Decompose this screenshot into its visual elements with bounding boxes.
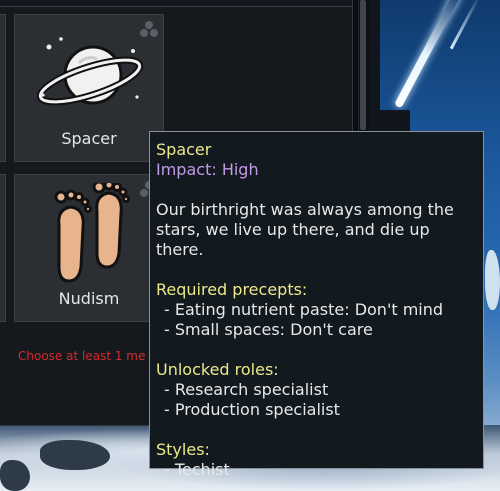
- footprints-icon: [54, 183, 131, 283]
- tooltip-impact: Impact: High: [156, 160, 259, 179]
- rock: [40, 440, 110, 470]
- precept-item: - Eating nutrient paste: Don't mind: [164, 300, 444, 319]
- styles-heading: Styles:: [156, 440, 210, 459]
- meme-tile-nudism[interactable]: Nudism: [14, 174, 164, 322]
- tooltip-title: Spacer: [156, 140, 212, 159]
- planet-icon: [36, 37, 144, 106]
- role-item: - Production specialist: [164, 400, 340, 419]
- style-item: - Techist: [164, 460, 230, 479]
- tile-edge-left[interactable]: [0, 14, 6, 162]
- tooltip-description: Our birthright was always among the star…: [156, 200, 454, 259]
- unlocked-roles-heading: Unlocked roles:: [156, 360, 279, 379]
- meme-tooltip: Spacer Impact: High Our birthright was a…: [149, 131, 484, 479]
- rock: [0, 460, 30, 491]
- panel-divider: [0, 6, 352, 7]
- required-precepts-heading: Required precepts:: [156, 280, 308, 299]
- scrollbar-thumb[interactable]: [360, 0, 366, 130]
- tile-label: Nudism: [58, 289, 120, 308]
- tile-label: Spacer: [61, 129, 117, 148]
- precept-item: - Small spaces: Don't care: [164, 320, 373, 339]
- meme-tile-spacer[interactable]: Spacer: [14, 14, 164, 162]
- tile-edge-left[interactable]: [0, 174, 6, 322]
- frame-divider: [368, 0, 380, 140]
- warning-message: Choose at least 1 me: [18, 349, 146, 363]
- role-item: - Research specialist: [164, 380, 329, 399]
